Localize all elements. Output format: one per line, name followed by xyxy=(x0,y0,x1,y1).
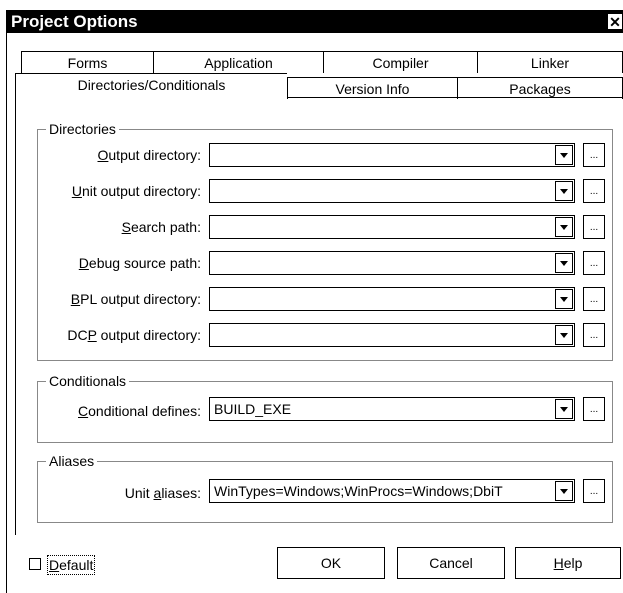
search-path-combo[interactable] xyxy=(209,215,575,239)
chevron-down-icon[interactable] xyxy=(555,481,573,501)
dcp-output-directory-combo[interactable] xyxy=(209,323,575,347)
tab-forms[interactable]: Forms xyxy=(21,51,153,73)
search-path-label: Search path: xyxy=(121,219,201,235)
bpl-output-directory-browse-button[interactable]: ... xyxy=(583,287,605,311)
chevron-down-icon[interactable] xyxy=(555,181,573,201)
conditionals-legend: Conditionals xyxy=(46,372,130,390)
bpl-output-directory-label: BPL output directory: xyxy=(70,291,201,307)
ok-button[interactable]: OK xyxy=(277,547,385,579)
tab-directories-conditionals[interactable]: Directories/Conditionals xyxy=(15,73,287,99)
dialog-title: Project Options xyxy=(11,12,138,31)
output-directory-label: Output directory: xyxy=(97,147,202,163)
project-options-dialog: Project Options ✕ Forms Application Comp… xyxy=(6,10,623,593)
default-label[interactable]: Default xyxy=(47,555,96,575)
cancel-button[interactable]: Cancel xyxy=(397,547,505,579)
chevron-down-icon[interactable] xyxy=(555,253,573,273)
chevron-down-icon[interactable] xyxy=(555,289,573,309)
tab-packages[interactable]: Packages xyxy=(457,77,623,99)
debug-source-path-label: Debug source path: xyxy=(78,255,201,271)
conditional-defines-combo[interactable]: BUILD_EXE xyxy=(209,397,575,421)
tab-version-info[interactable]: Version Info xyxy=(287,77,457,99)
unit-output-directory-combo[interactable] xyxy=(209,179,575,203)
debug-source-path-combo[interactable] xyxy=(209,251,575,275)
title-bar: Project Options ✕ xyxy=(7,11,623,33)
dcp-output-directory-browse-button[interactable]: ... xyxy=(583,323,605,347)
output-directory-browse-button[interactable]: ... xyxy=(583,143,605,167)
unit-aliases-label: Unit aliases: xyxy=(124,485,201,501)
chevron-down-icon[interactable] xyxy=(555,217,573,237)
conditional-defines-browse-button[interactable]: ... xyxy=(583,397,605,421)
aliases-legend: Aliases xyxy=(46,452,98,470)
chevron-down-icon[interactable] xyxy=(555,399,573,419)
tab-compiler[interactable]: Compiler xyxy=(323,51,477,73)
directories-legend: Directories xyxy=(46,120,119,138)
conditional-defines-label: Conditional defines: xyxy=(78,403,201,419)
unit-output-directory-label: Unit output directory: xyxy=(71,183,201,199)
unit-aliases-browse-button[interactable]: ... xyxy=(583,479,605,503)
search-path-browse-button[interactable]: ... xyxy=(583,215,605,239)
dcp-output-directory-label: DCP output directory: xyxy=(67,327,201,343)
debug-source-path-browse-button[interactable]: ... xyxy=(583,251,605,275)
tab-application[interactable]: Application xyxy=(153,51,323,73)
help-button[interactable]: Help xyxy=(515,547,621,579)
output-directory-combo[interactable] xyxy=(209,143,575,167)
tab-linker[interactable]: Linker xyxy=(477,51,623,73)
chevron-down-icon[interactable] xyxy=(555,145,573,165)
close-icon[interactable]: ✕ xyxy=(607,13,623,30)
unit-aliases-combo[interactable]: WinTypes=Windows;WinProcs=Windows;DbiT xyxy=(209,479,575,503)
unit-output-directory-browse-button[interactable]: ... xyxy=(583,179,605,203)
bpl-output-directory-combo[interactable] xyxy=(209,287,575,311)
chevron-down-icon[interactable] xyxy=(555,325,573,345)
default-checkbox[interactable] xyxy=(29,558,41,570)
